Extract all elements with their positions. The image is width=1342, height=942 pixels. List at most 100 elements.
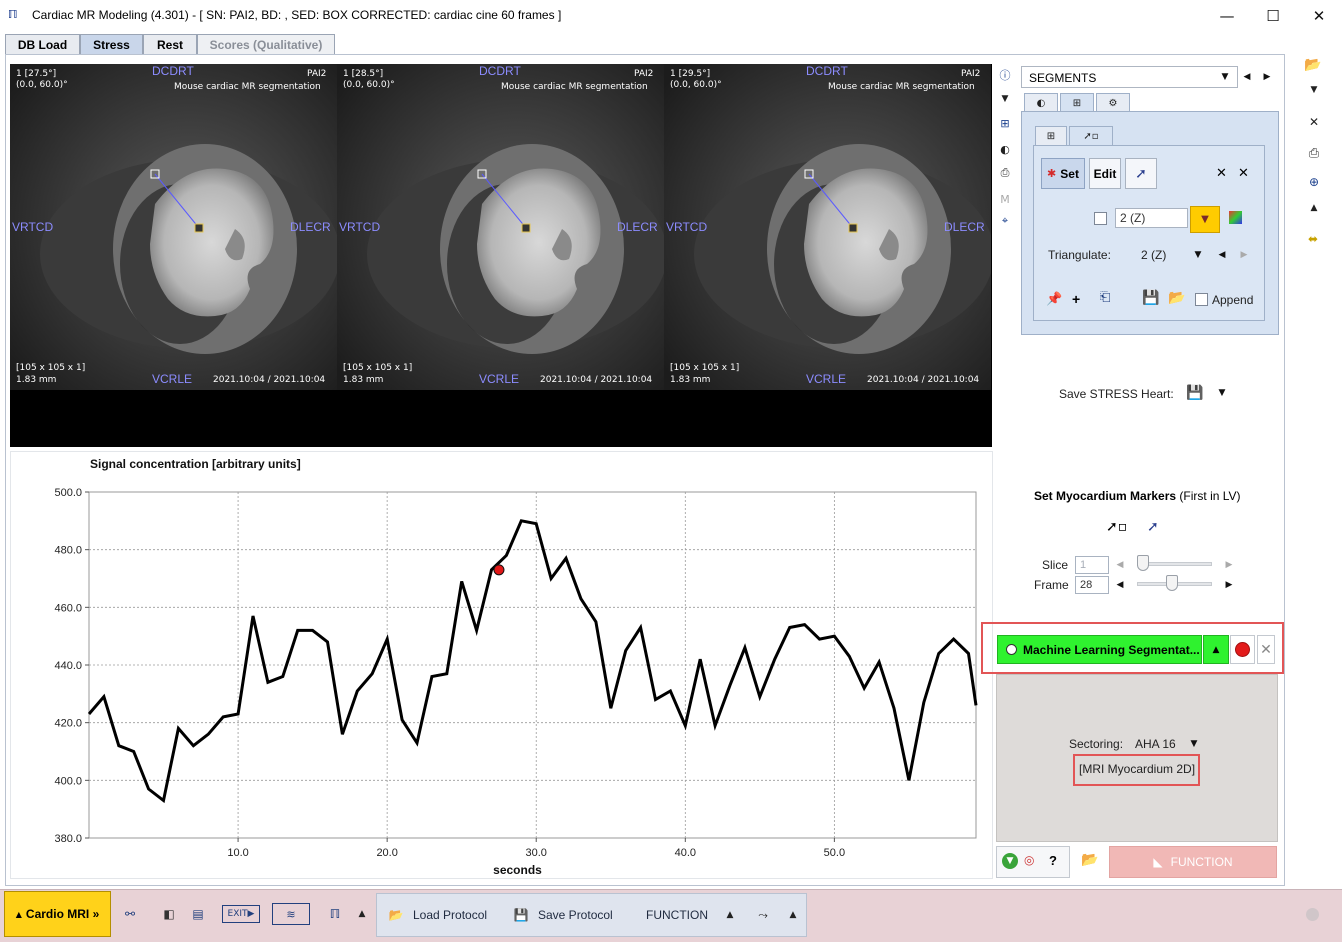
z-dropdown-button[interactable]: ▼ <box>1190 206 1220 233</box>
append-checkbox[interactable] <box>1195 293 1208 306</box>
z-checkbox[interactable] <box>1094 212 1107 225</box>
machine-learning-segmentation-button[interactable]: Machine Learning Segmentat... <box>997 635 1202 664</box>
append-label: Append <box>1212 293 1254 307</box>
function-menu-button[interactable]: FUNCTION <box>646 908 708 922</box>
waves-icon[interactable]: ≋ <box>272 903 310 925</box>
save-protocol-icon: 💾 <box>513 908 529 922</box>
tab-rest[interactable]: Rest <box>143 34 197 54</box>
connector-icon[interactable]: ⚯ <box>119 905 141 923</box>
tab-stress[interactable]: Stress <box>80 34 143 55</box>
z-value-field[interactable]: 2 (Z) <box>1115 208 1188 228</box>
description-label: Mouse cardiac MR segmentation <box>828 82 975 92</box>
triangulate-value[interactable]: 2 (Z) <box>1141 248 1166 262</box>
maximize-icon[interactable]: ☐ <box>1250 0 1296 31</box>
caret-up-icon[interactable]: ▲ <box>1306 200 1322 216</box>
frame-slider-thumb[interactable] <box>1165 575 1178 591</box>
myocardium-markers-title: Set Myocardium Markers (First in LV) <box>1034 489 1241 503</box>
tab-contrast[interactable]: ◐ <box>1024 93 1058 112</box>
tab-tools[interactable]: ⚙ <box>1096 93 1130 112</box>
contrast-icon: ◐ <box>1036 97 1046 109</box>
caret-down-icon[interactable]: ▼ <box>1306 82 1322 98</box>
close-icon[interactable]: ✕ <box>1296 0 1342 31</box>
next-arrow-icon[interactable]: ▶ <box>1237 246 1251 264</box>
save-heart-icon[interactable]: 💾 <box>1186 385 1203 401</box>
marker-cursor-icon[interactable]: ➚▫ <box>1106 519 1127 535</box>
layout-icon[interactable]: ⊞ <box>997 115 1013 131</box>
export-icon[interactable]: ⎗ <box>1100 290 1110 305</box>
set-button[interactable]: ✱ Set <box>1041 158 1085 189</box>
info-icon[interactable]: ⓘ <box>997 67 1013 83</box>
edit-button[interactable]: Edit <box>1089 158 1121 189</box>
caret-down-icon[interactable]: ▼ <box>997 91 1013 107</box>
tab-inner-pointer[interactable]: ➚▫ <box>1069 126 1113 145</box>
zoom-icon[interactable]: ⊕ <box>1306 174 1322 190</box>
slice-slider-thumb[interactable] <box>1137 555 1149 571</box>
caret-up-icon[interactable]: ▲ <box>782 906 804 924</box>
close-icon[interactable]: ✕ <box>1257 635 1275 664</box>
function-button[interactable]: ◣ FUNCTION <box>1109 846 1277 878</box>
slice-next-icon[interactable]: ▶ <box>1222 556 1236 574</box>
clear-all-icon[interactable]: ✕ <box>1238 166 1249 181</box>
save-stack-icon[interactable]: ⎙ <box>1306 145 1322 161</box>
pointer-button[interactable]: ➚ <box>1125 158 1157 189</box>
m-icon[interactable]: M <box>997 191 1013 207</box>
frame-field[interactable]: 28 <box>1075 576 1109 594</box>
save-icon[interactable]: 💾 <box>1142 290 1159 306</box>
exit-icon[interactable]: EXIT▶ <box>222 905 260 923</box>
pointer-icon[interactable]: ➚ <box>1147 519 1159 535</box>
slice-field[interactable]: 1 <box>1075 556 1109 574</box>
add-button[interactable]: + <box>1072 291 1080 307</box>
tab-inner-grid[interactable]: ⊞ <box>1035 126 1067 145</box>
chevron-down-icon[interactable]: ▼ <box>1218 68 1232 86</box>
sectoring-value[interactable]: AHA 16 <box>1135 737 1176 751</box>
mr-view-1[interactable]: 1 [27.5°] (0.0, 60.0)° DCDRT PAI2 Mouse … <box>10 64 337 390</box>
tag-icon[interactable]: ⬌ <box>1305 231 1321 247</box>
mr-view-2[interactable]: 1 [28.5°] (0.0, 60.0)° DCDRT PAI2 Mouse … <box>337 64 664 390</box>
clear-icon[interactable]: ✕ <box>1216 166 1227 181</box>
save-heart-dropdown-icon[interactable]: ▼ <box>1215 384 1229 402</box>
mr-view-3[interactable]: 1 [29.5°] (0.0, 60.0)° DCDRT PAI2 Mouse … <box>664 64 991 390</box>
help-button[interactable]: ? <box>1049 853 1057 868</box>
frame-next-icon[interactable]: ▶ <box>1222 576 1236 594</box>
matrix-label: [105 x 105 x 1] <box>16 363 86 373</box>
print-icon[interactable]: ⎙ <box>997 165 1013 181</box>
save-protocol-button[interactable]: 💾 Save Protocol <box>510 906 613 924</box>
caret-up-icon[interactable]: ▲ <box>719 906 741 924</box>
open-folder-icon[interactable]: 📂 <box>1304 57 1321 73</box>
myocardium-model-label[interactable]: [MRI Myocardium 2D] <box>1079 762 1195 776</box>
frame-label: Frame <box>1034 578 1069 592</box>
pmod-logo-icon[interactable]: ℿ <box>324 905 346 923</box>
caret-up-icon[interactable]: ▲ <box>351 905 373 923</box>
minimize-icon[interactable]: — <box>1204 0 1250 31</box>
open-folder-icon[interactable]: 📂 <box>1081 852 1098 868</box>
contrast-icon[interactable]: ◐ <box>997 141 1013 157</box>
stop-button[interactable] <box>1230 635 1255 664</box>
sectoring-dropdown-icon[interactable]: ▼ <box>1187 735 1201 753</box>
load-protocol-button[interactable]: 📂 Load Protocol <box>385 906 488 924</box>
triangulate-dropdown-icon[interactable]: ▼ <box>1191 246 1205 264</box>
document-icon[interactable]: ▤ <box>187 905 209 923</box>
camera-icon[interactable]: ◧ <box>158 905 180 923</box>
tab-db-load[interactable]: DB Load <box>5 34 80 54</box>
pipeline-icon[interactable]: ⤳ <box>752 906 774 924</box>
crosshair-icon[interactable]: ⌖ <box>997 213 1013 229</box>
tab-grid[interactable]: ⊞ <box>1060 93 1094 112</box>
color-palette-icon[interactable] <box>1229 211 1242 224</box>
segments-select[interactable]: SEGMENTS <box>1021 66 1238 88</box>
image-panel[interactable]: 1 [27.5°] (0.0, 60.0)° DCDRT PAI2 Mouse … <box>10 64 992 447</box>
green-down-icon[interactable]: ▼ <box>1002 853 1018 869</box>
next-arrow-icon[interactable]: ▶ <box>1260 68 1274 86</box>
slice-prev-icon[interactable]: ◀ <box>1113 556 1127 574</box>
frame-prev-icon[interactable]: ◀ <box>1113 576 1127 594</box>
prev-arrow-icon[interactable]: ◀ <box>1240 68 1254 86</box>
signal-chart[interactable]: 380.0 400.0 420.0 440.0 460.0 480.0 500.0 10.0 2… <box>10 451 993 879</box>
caret-up-icon: ▲ <box>15 909 22 919</box>
ml-button-label: Machine Learning Segmentat... <box>1023 642 1200 657</box>
pin-icon[interactable]: 📌 <box>1046 292 1062 307</box>
prev-arrow-icon[interactable]: ◀ <box>1215 246 1229 264</box>
target-icon[interactable]: ◎ <box>1024 853 1034 867</box>
close-x-icon[interactable]: ✕ <box>1306 114 1322 130</box>
caret-up-icon[interactable]: ▲ <box>1203 635 1229 664</box>
cardio-mri-button[interactable]: ▲ Cardio MRI » <box>4 891 111 937</box>
open-folder-icon[interactable]: 📂 <box>1168 290 1185 306</box>
